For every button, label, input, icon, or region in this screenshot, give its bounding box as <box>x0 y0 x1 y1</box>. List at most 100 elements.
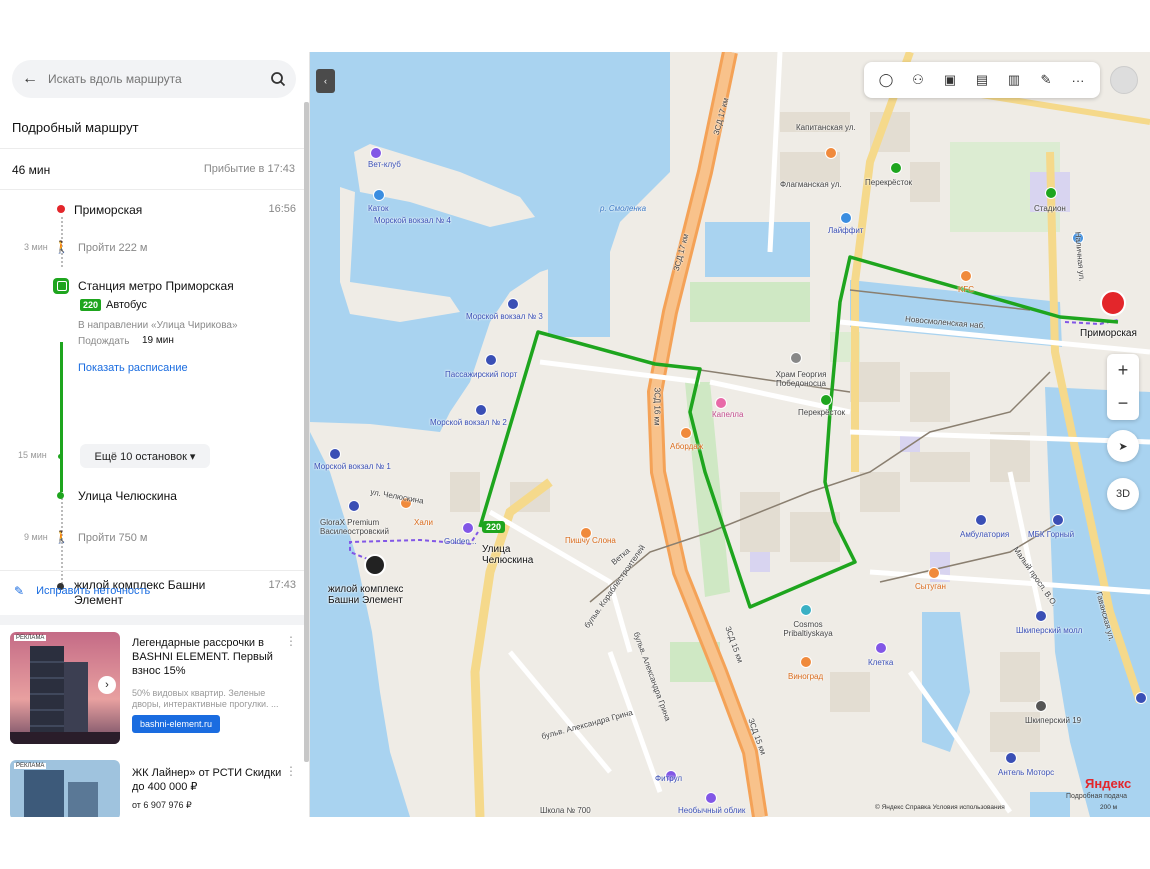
map-label: Шкиперский молл <box>1016 626 1083 635</box>
map-label: МБК Горный <box>1028 530 1075 539</box>
avatar[interactable] <box>1110 66 1138 94</box>
map-label: Golden... <box>444 537 477 546</box>
ad-cta-button[interactable]: bashni-element.ru <box>132 715 221 733</box>
yandex-logo: Яндекс <box>1085 776 1132 791</box>
poi-icon[interactable] <box>715 397 727 409</box>
collapse-panel-button[interactable]: ‹ <box>316 69 335 93</box>
poi-icon[interactable] <box>960 270 972 282</box>
poi-icon[interactable] <box>840 212 852 224</box>
poi-icon[interactable] <box>507 298 519 310</box>
map-label: Шкиперский 19 <box>1025 716 1082 725</box>
poi-icon[interactable] <box>890 162 902 174</box>
view-3d-button[interactable]: 3D <box>1107 478 1139 510</box>
poi-icon[interactable] <box>1035 610 1047 622</box>
map-label: Абордаж <box>670 442 704 451</box>
end-time: 17:43 <box>268 579 296 591</box>
poi-icon[interactable] <box>348 500 360 512</box>
map-label: Необычный облик <box>678 806 746 815</box>
poi-icon[interactable] <box>800 656 812 668</box>
poi-icon[interactable] <box>1052 514 1064 526</box>
start-marker-icon[interactable] <box>1100 290 1126 316</box>
more-options-icon[interactable]: ⋮ <box>285 764 297 778</box>
poi-icon[interactable] <box>370 147 382 159</box>
destination-marker-icon[interactable] <box>364 554 386 576</box>
route-duration: 46 мин <box>12 163 51 177</box>
start-stop-name[interactable]: Приморская <box>74 203 142 217</box>
map-label: Виноград <box>788 672 824 681</box>
poi-icon[interactable] <box>1045 187 1057 199</box>
map-label: GloraX Premium Василеостровский <box>320 518 389 536</box>
poi-icon[interactable] <box>462 522 474 534</box>
map-view[interactable]: 220 Капитанская ул. Флагманская ул. Вет-… <box>310 52 1150 817</box>
camera-icon[interactable]: ▣ <box>940 70 960 90</box>
section-gap <box>0 615 306 625</box>
ad-card[interactable]: РЕКЛАМА ЖК Лайнер» от РСТИ Скидки до 400… <box>10 760 300 817</box>
map-label: Перекрёсток <box>798 408 846 417</box>
pencil-icon: ✎ <box>14 584 25 598</box>
map-label: Морской вокзал № 3 <box>466 312 543 321</box>
map-label: Клетка <box>868 658 894 667</box>
map-canvas[interactable] <box>310 52 1150 817</box>
exit-stop-name[interactable]: Улица Челюскина <box>78 489 177 503</box>
bus-direction: В направлении «Улица Чирикова» <box>78 320 238 331</box>
poi-icon[interactable] <box>1035 700 1047 712</box>
ad-image[interactable]: РЕКЛАМА › <box>10 632 120 744</box>
map-label: р. Смоленка <box>600 204 647 213</box>
bus-stop-name[interactable]: Станция метро Приморская <box>78 279 234 293</box>
poi-icon[interactable] <box>485 354 497 366</box>
poi-icon[interactable] <box>680 427 692 439</box>
poi-icon[interactable] <box>975 514 987 526</box>
search-input[interactable] <box>48 72 260 86</box>
map-label: Школа № 700 <box>540 806 591 815</box>
poi-icon[interactable] <box>329 448 341 460</box>
bus-line <box>60 342 63 492</box>
layers-icon[interactable]: ◯ <box>876 70 896 90</box>
back-arrow-icon[interactable]: ← <box>12 70 48 88</box>
poi-icon[interactable] <box>800 604 812 616</box>
poi-icon[interactable] <box>820 394 832 406</box>
walk-person-icon: 🚶 <box>54 240 69 254</box>
vehicle-type: Автобус <box>106 299 147 311</box>
next-slide-icon[interactable]: › <box>98 676 116 694</box>
ad-title[interactable]: ЖК Лайнер» от РСТИ Скидки до 400 000 ₽ <box>132 766 282 794</box>
more-stops-button[interactable]: Ещё 10 остановок ▾ <box>80 444 210 468</box>
map-label: Капитанская ул. <box>796 123 856 132</box>
poi-icon[interactable] <box>928 567 940 579</box>
search-bar[interactable]: ← <box>12 60 296 98</box>
route-panel: ← Подробный маршрут 46 мин Прибытие в 17… <box>0 52 310 817</box>
ad-image[interactable]: РЕКЛАМА <box>10 760 120 817</box>
bus-icon[interactable]: ▤ <box>972 70 992 90</box>
poi-icon[interactable] <box>1005 752 1017 764</box>
poi-icon[interactable] <box>825 147 837 159</box>
map-label: Пассажирский порт <box>445 370 518 379</box>
traffic-icon[interactable]: ▥ <box>1004 70 1024 90</box>
copyright-links[interactable]: © Яндекс Справка Условия использования <box>875 804 1005 811</box>
map-label: Амбулатория <box>960 530 1010 539</box>
zoom-out-button[interactable]: − <box>1107 387 1139 420</box>
divider <box>0 189 306 190</box>
more-options-icon[interactable]: ⋮ <box>285 634 297 648</box>
show-schedule-link[interactable]: Показать расписание <box>78 362 188 374</box>
search-icon[interactable] <box>260 71 296 87</box>
fix-inaccuracy-link[interactable]: ✎ Исправить неточность <box>14 584 150 598</box>
more-icon[interactable]: ··· <box>1068 70 1088 90</box>
locate-button[interactable]: ➤ <box>1107 430 1139 462</box>
poi-icon[interactable] <box>475 404 487 416</box>
ad-card[interactable]: РЕКЛАМА › Легендарные рассрочки в BASHNI… <box>10 632 300 752</box>
people-icon[interactable]: ⚇ <box>908 70 928 90</box>
zoom-in-button[interactable]: + <box>1107 354 1139 387</box>
poi-icon[interactable] <box>373 189 385 201</box>
poi-icon[interactable] <box>1135 692 1147 704</box>
walk2-text: Пройти 750 м <box>78 532 148 544</box>
ad-title[interactable]: Легендарные рассрочки в BASHNI ELEMENT. … <box>132 636 282 678</box>
poi-icon[interactable] <box>790 352 802 364</box>
map-label: ЗСД 16 км <box>652 387 662 426</box>
ruler-icon[interactable]: ✎ <box>1036 70 1056 90</box>
poi-icon[interactable] <box>875 642 887 654</box>
bus-stop-map-badge[interactable]: 220 <box>482 521 506 533</box>
map-label: KFC <box>958 285 974 294</box>
panel-scrollbar[interactable] <box>304 102 309 762</box>
app-frame: ← Подробный маршрут 46 мин Прибытие в 17… <box>0 52 1150 817</box>
route-number-badge[interactable]: 220 <box>80 299 102 311</box>
poi-icon[interactable] <box>705 792 717 804</box>
